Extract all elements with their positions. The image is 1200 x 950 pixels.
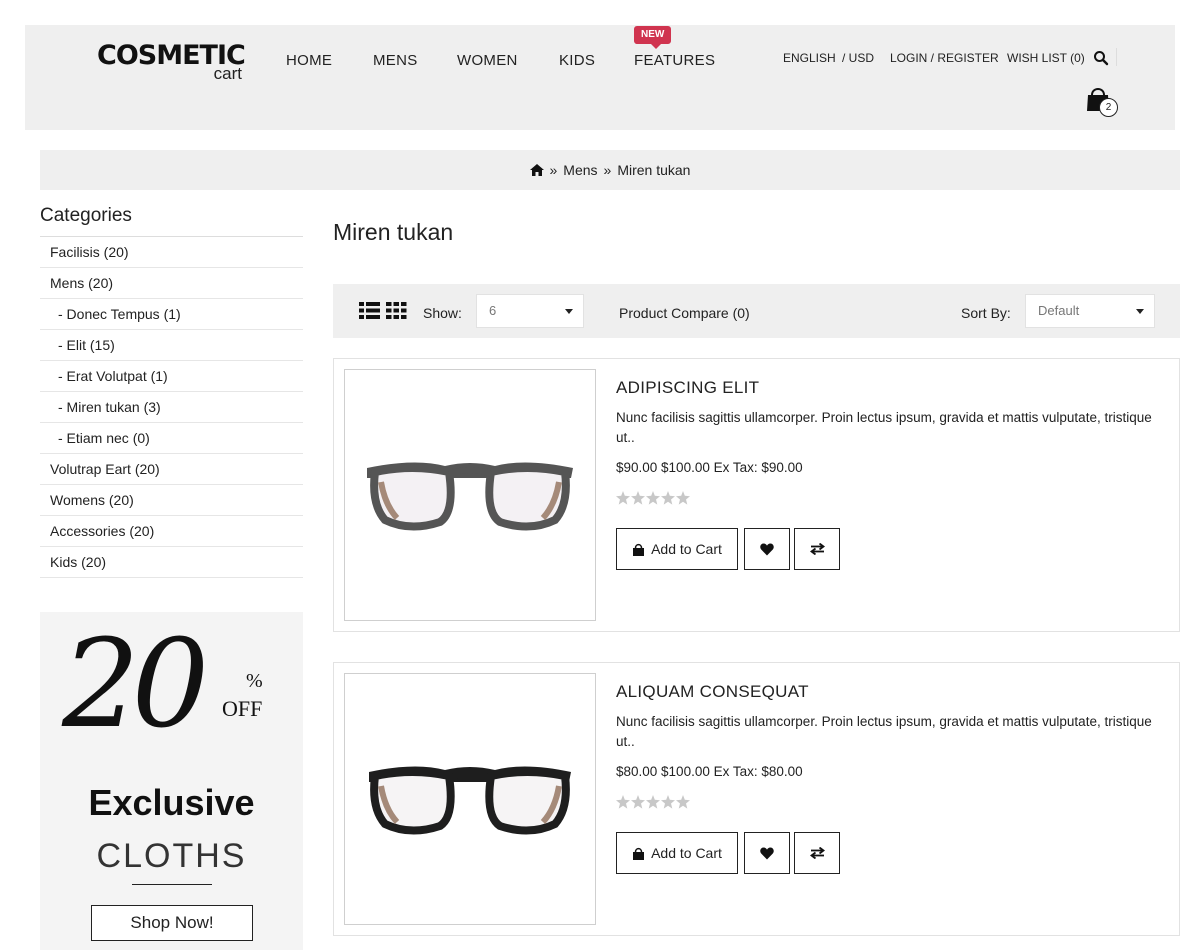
category-item[interactable]: Accessories (20) bbox=[40, 516, 303, 547]
glasses-image bbox=[369, 766, 571, 835]
star-icon bbox=[616, 795, 630, 809]
promo-banner: 20 % OFF Exclusive CLOTHS Shop Now! bbox=[40, 612, 303, 950]
sidebar: Categories Facilisis (20) Mens (20) - Do… bbox=[40, 205, 303, 578]
compare-button[interactable] bbox=[794, 528, 840, 570]
add-to-wishlist-button[interactable] bbox=[744, 528, 790, 570]
product-name[interactable]: ALIQUAM CONSEQUAT bbox=[616, 682, 809, 702]
product-price: $80.00 $100.00 Ex Tax: $80.00 bbox=[616, 764, 803, 779]
categories-title: Categories bbox=[40, 205, 303, 237]
star-icon bbox=[661, 491, 675, 505]
list-view-icon[interactable] bbox=[359, 302, 380, 319]
cart-count-badge: 2 bbox=[1099, 98, 1118, 117]
sort-by-label: Sort By: bbox=[961, 305, 1011, 321]
new-badge: NEW bbox=[634, 26, 672, 49]
category-item[interactable]: Mens (20) bbox=[40, 268, 303, 299]
category-item[interactable]: Kids (20) bbox=[40, 547, 303, 578]
promo-percent-sign: % bbox=[246, 670, 263, 692]
nav-women[interactable]: WOMEN bbox=[457, 52, 518, 69]
rating-stars bbox=[616, 491, 690, 505]
compare-arrows-icon bbox=[809, 543, 825, 555]
login-register-link[interactable]: LOGIN / REGISTER bbox=[890, 51, 999, 65]
heart-icon bbox=[760, 847, 774, 859]
star-icon bbox=[631, 491, 645, 505]
page-title: Miren tukan bbox=[333, 219, 454, 245]
star-icon bbox=[676, 795, 690, 809]
star-icon bbox=[646, 795, 660, 809]
product-toolbar: Show: 6 Product Compare (0) Sort By: Def… bbox=[333, 284, 1180, 338]
product-description: Nunc facilisis sagittis ullamcorper. Pro… bbox=[616, 410, 1152, 445]
show-count-value: 6 bbox=[489, 303, 497, 318]
add-to-cart-button[interactable]: Add to Cart bbox=[616, 832, 738, 874]
sort-by-select[interactable]: Default bbox=[1025, 294, 1155, 328]
compare-button[interactable] bbox=[794, 832, 840, 874]
promo-off-text: OFF bbox=[222, 696, 263, 721]
home-icon[interactable] bbox=[529, 164, 544, 176]
grid-view-icon[interactable] bbox=[386, 302, 407, 319]
promo-headline: Exclusive bbox=[88, 782, 255, 823]
rating-stars bbox=[616, 795, 690, 809]
shopping-bag-icon bbox=[633, 847, 645, 860]
star-icon bbox=[646, 491, 660, 505]
product-compare-link[interactable]: Product Compare (0) bbox=[619, 305, 750, 321]
shop-now-button[interactable]: Shop Now! bbox=[91, 905, 253, 941]
product-image[interactable] bbox=[344, 369, 596, 621]
star-icon bbox=[616, 491, 630, 505]
breadcrumb-current[interactable]: Miren tukan bbox=[617, 162, 690, 178]
subcategory-item[interactable]: - Etiam nec (0) bbox=[40, 423, 303, 454]
product-name[interactable]: ADIPISCING ELIT bbox=[616, 378, 759, 398]
glasses-image bbox=[367, 462, 573, 531]
header-divider bbox=[1116, 48, 1117, 66]
product-card: ADIPISCING ELIT Nunc facilisis sagittis … bbox=[333, 358, 1180, 632]
subcategory-item[interactable]: - Miren tukan (3) bbox=[40, 392, 303, 423]
category-item[interactable]: Womens (20) bbox=[40, 485, 303, 516]
breadcrumb-separator: » bbox=[603, 162, 612, 178]
add-to-cart-button[interactable]: Add to Cart bbox=[616, 528, 738, 570]
promo-divider bbox=[132, 884, 212, 885]
language-selector[interactable]: ENGLISH bbox=[783, 51, 836, 65]
star-icon bbox=[631, 795, 645, 809]
breadcrumb-separator: » bbox=[549, 162, 558, 178]
star-icon bbox=[661, 795, 675, 809]
show-count-select[interactable]: 6 bbox=[476, 294, 584, 328]
star-icon bbox=[676, 491, 690, 505]
add-to-cart-label: Add to Cart bbox=[651, 541, 722, 557]
breadcrumb: » Mens » Miren tukan bbox=[40, 150, 1180, 190]
shopping-bag-icon bbox=[633, 543, 645, 556]
compare-arrows-icon bbox=[809, 847, 825, 859]
show-label: Show: bbox=[423, 305, 462, 321]
product-card: ALIQUAM CONSEQUAT Nunc facilisis sagitti… bbox=[333, 662, 1180, 936]
site-header: COSMETIC cart HOME MENS WOMEN KIDS FEATU… bbox=[25, 25, 1175, 130]
search-icon[interactable] bbox=[1093, 50, 1109, 66]
category-list: Facilisis (20) Mens (20) - Donec Tempus … bbox=[40, 237, 303, 578]
breadcrumb-mens[interactable]: Mens bbox=[563, 162, 597, 178]
subcategory-item[interactable]: - Donec Tempus (1) bbox=[40, 299, 303, 330]
category-item[interactable]: Facilisis (20) bbox=[40, 237, 303, 268]
sort-by-value: Default bbox=[1038, 303, 1080, 318]
heart-icon bbox=[760, 543, 774, 555]
category-item[interactable]: Volutrap Eart (20) bbox=[40, 454, 303, 485]
logo[interactable]: COSMETIC cart bbox=[97, 41, 246, 83]
product-price: $90.00 $100.00 Ex Tax: $90.00 bbox=[616, 460, 803, 475]
nav-features[interactable]: FEATURES bbox=[634, 52, 715, 69]
chevron-down-icon bbox=[1136, 309, 1144, 314]
product-description: Nunc facilisis sagittis ullamcorper. Pro… bbox=[616, 714, 1152, 749]
product-image[interactable] bbox=[344, 673, 596, 925]
promo-discount-number: 20 bbox=[62, 613, 209, 755]
add-to-cart-label: Add to Cart bbox=[651, 845, 722, 861]
chevron-down-icon bbox=[565, 309, 573, 314]
currency-selector[interactable]: / USD bbox=[842, 51, 874, 65]
subcategory-item[interactable]: - Erat Volutpat (1) bbox=[40, 361, 303, 392]
nav-home[interactable]: HOME bbox=[286, 52, 332, 69]
nav-mens[interactable]: MENS bbox=[373, 52, 418, 69]
subcategory-item[interactable]: - Elit (15) bbox=[40, 330, 303, 361]
logo-sub-text: cart bbox=[213, 64, 242, 83]
nav-kids[interactable]: KIDS bbox=[559, 52, 595, 69]
add-to-wishlist-button[interactable] bbox=[744, 832, 790, 874]
wishlist-link[interactable]: WISH LIST (0) bbox=[1007, 51, 1085, 65]
promo-subline: CLOTHS bbox=[96, 837, 247, 875]
